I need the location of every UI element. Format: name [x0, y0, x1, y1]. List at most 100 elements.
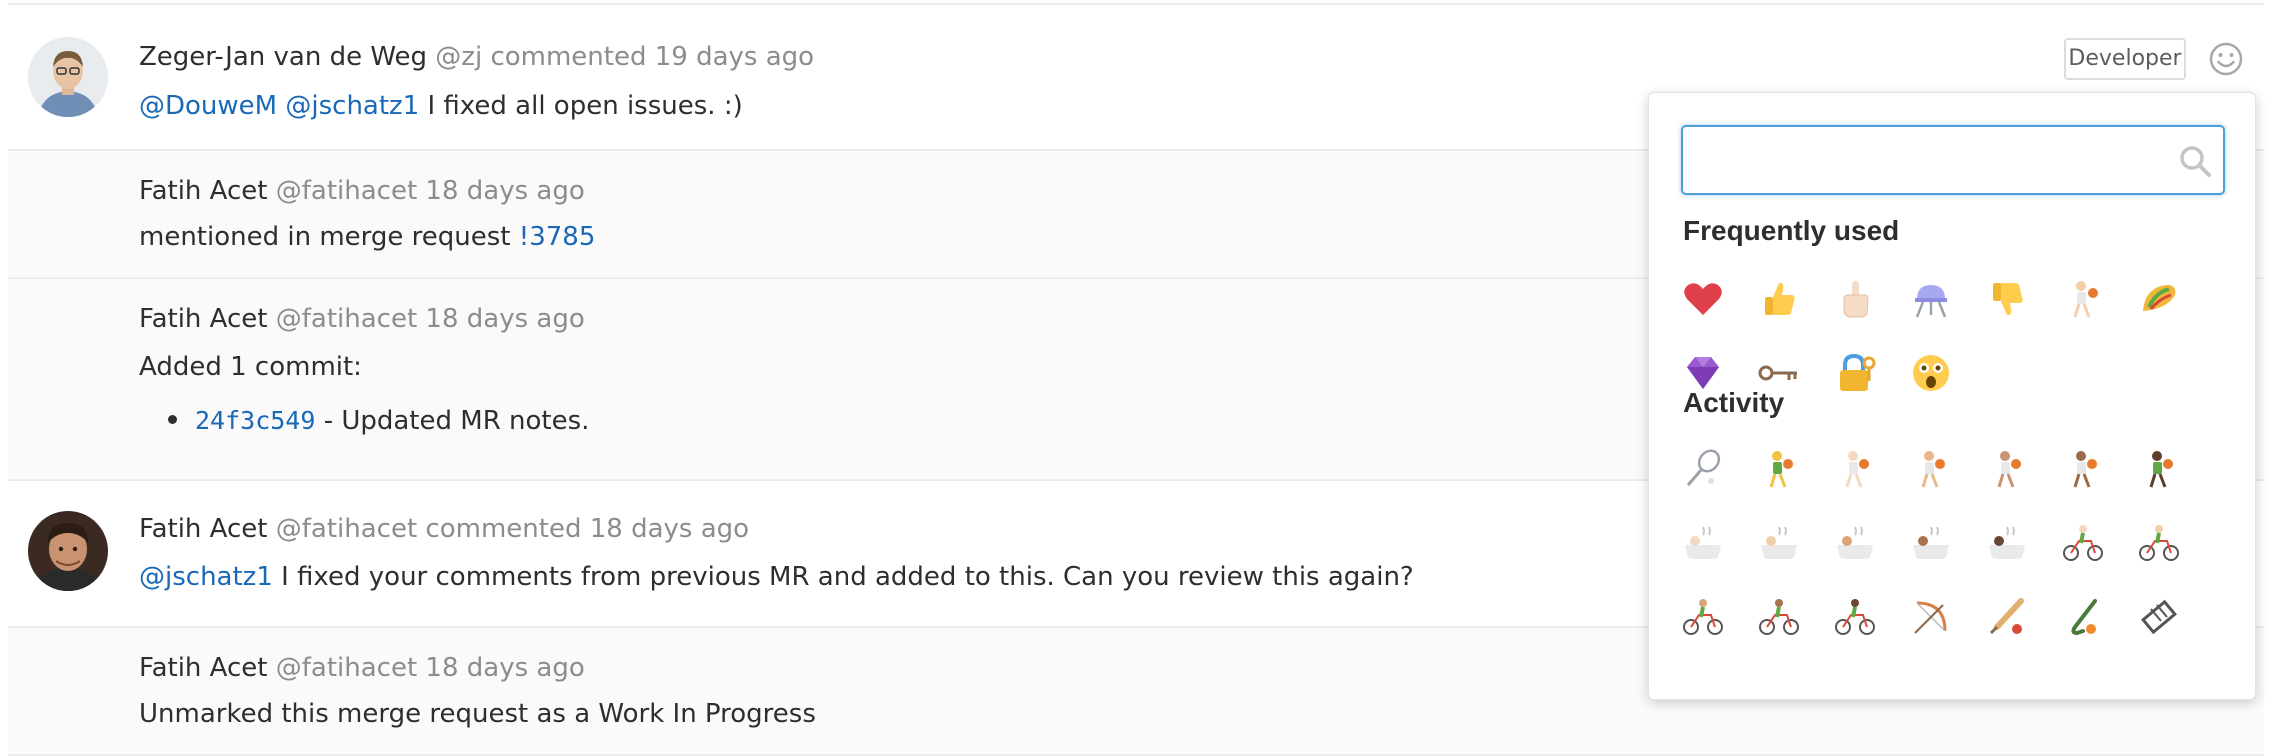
heart-icon	[1684, 283, 1722, 315]
emoji-badminton[interactable]	[1669, 435, 1737, 503]
note-body: Unmarked this merge request as a Work In…	[139, 699, 816, 729]
avatar[interactable]	[28, 511, 108, 591]
emoji-menu: Frequently used Activity	[1648, 92, 2256, 700]
bicyclist-icon	[1835, 599, 1875, 635]
note-header: Fatih Acet @fatihacet 18 days ago	[139, 174, 585, 208]
commit-message: - Updated MR notes.	[323, 406, 590, 436]
emoji-bicyclist-tone1[interactable]	[2049, 509, 2117, 577]
badminton-icon	[1686, 449, 1721, 486]
emoji-field-hockey[interactable]	[2049, 583, 2117, 651]
basketball-player-icon	[2149, 451, 2173, 488]
basketball-player-icon	[1997, 451, 2021, 488]
note-header: Zeger-Jan van de Weg @zj commented 19 da…	[139, 40, 814, 74]
avatar-image	[28, 37, 108, 117]
taco-icon	[2143, 285, 2176, 311]
user-mention[interactable]: @jschatz1	[285, 91, 419, 121]
emoji-search-input[interactable]	[1683, 127, 2163, 193]
note-timestamp[interactable]: 18 days ago	[425, 653, 584, 683]
bicyclist-icon	[1683, 599, 1723, 635]
emoji-bow-and-arrow[interactable]	[1897, 583, 1965, 651]
emoji-basketball-player-tone2[interactable]	[1821, 435, 1889, 503]
emoji-bath-tone5[interactable]	[1973, 509, 2041, 577]
note-header: Fatih Acet @fatihacet commented 18 days …	[139, 512, 749, 546]
emoji-bbq-grill[interactable]	[1897, 265, 1965, 333]
smiley-icon	[2209, 42, 2243, 76]
author-handle[interactable]: @zj	[435, 42, 482, 72]
avatar-image	[28, 511, 108, 591]
note-timestamp[interactable]: 18 days ago	[590, 514, 749, 544]
author-name[interactable]: Zeger-Jan van de Weg	[139, 42, 427, 72]
emoji-thumbsdown[interactable]	[1973, 265, 2041, 333]
author-handle[interactable]: @fatihacet	[276, 304, 417, 334]
note-header: Fatih Acet @fatihacet 18 days ago	[139, 302, 585, 336]
search-icon	[2180, 146, 2211, 177]
emoji-bath-tone1[interactable]	[1669, 509, 1737, 577]
emoji-closed-lock-with-key[interactable]	[1821, 339, 1889, 407]
note-timestamp[interactable]: 18 days ago	[425, 304, 584, 334]
emoji-taco[interactable]	[2125, 265, 2193, 333]
emoji-search-box[interactable]	[1681, 125, 2225, 195]
author-name[interactable]: Fatih Acet	[139, 514, 267, 544]
bullet	[168, 415, 177, 424]
cricket-icon	[1989, 598, 2024, 635]
note-text: I fixed all open issues. :)	[427, 91, 743, 121]
basketball-player-icon	[1921, 451, 1945, 488]
discussion-timeline: Zeger-Jan van de Weg @zj commented 19 da…	[0, 0, 2272, 756]
author-handle[interactable]: @fatihacet	[276, 653, 417, 683]
bath-icon	[1761, 526, 1797, 559]
emoji-thumbsup[interactable]	[1745, 265, 1813, 333]
emoji-bicyclist-tone3[interactable]	[1669, 583, 1737, 651]
bath-icon	[1837, 526, 1873, 559]
emoji-bath-tone4[interactable]	[1897, 509, 1965, 577]
bow-and-arrow-icon	[1914, 601, 1947, 634]
emoji-cricket[interactable]	[1973, 583, 2041, 651]
emoji-bicyclist-tone2[interactable]	[2125, 509, 2193, 577]
grill-icon	[1915, 285, 1947, 318]
emoji-grid-frequent	[1669, 265, 2229, 405]
middle-finger-icon	[1843, 281, 1869, 318]
thumbs-down-icon	[1993, 283, 2023, 316]
emoji-bath-tone3[interactable]	[1821, 509, 1889, 577]
avatar[interactable]	[28, 37, 108, 117]
emoji-bicyclist-tone5[interactable]	[1821, 583, 1889, 651]
author-name[interactable]: Fatih Acet	[139, 176, 267, 206]
bath-icon	[1685, 526, 1721, 559]
note-body: mentioned in merge request !3785	[139, 220, 595, 254]
author-handle[interactable]: @fatihacet	[276, 176, 417, 206]
emoji-heart[interactable]	[1669, 265, 1737, 333]
author-handle[interactable]: @fatihacet	[276, 514, 417, 544]
author-name[interactable]: Fatih Acet	[139, 304, 267, 334]
bicyclist-icon	[2063, 525, 2103, 561]
emoji-basketball-player[interactable]	[2049, 265, 2117, 333]
emoji-basketball-player-tone3[interactable]	[1897, 435, 1965, 503]
author-name[interactable]: Fatih Acet	[139, 653, 267, 683]
emoji-middle-finger[interactable]	[1821, 265, 1889, 333]
note-timestamp[interactable]: 18 days ago	[425, 176, 584, 206]
note-body: @jschatz1 I fixed your comments from pre…	[139, 560, 1414, 594]
emoji-basketball-player-tone1[interactable]	[1745, 435, 1813, 503]
basketball-player-icon	[2073, 451, 2097, 488]
commit-sha-link[interactable]: 24f3c549	[195, 406, 315, 435]
bicyclist-icon	[1759, 599, 1799, 635]
note-text: I fixed your comments from previous MR a…	[281, 562, 1414, 592]
basketball-player-icon	[1769, 451, 1793, 488]
add-reaction-button[interactable]	[2207, 40, 2245, 78]
note-body: Added 1 commit:	[139, 352, 362, 382]
user-mention[interactable]: @DouweM	[139, 91, 277, 121]
emoji-astonished[interactable]	[1897, 339, 1965, 407]
emoji-film-frames[interactable]	[2125, 583, 2193, 651]
emoji-basketball-player-tone5[interactable]	[2049, 435, 2117, 503]
merge-request-link[interactable]: !3785	[519, 222, 596, 252]
note-action: commented	[490, 42, 647, 72]
emoji-bicyclist-tone4[interactable]	[1745, 583, 1813, 651]
emoji-basketball-player-tone4[interactable]	[1973, 435, 2041, 503]
note-text: mentioned in merge request	[139, 222, 511, 252]
note-action: commented	[425, 514, 582, 544]
lock-icon	[1840, 353, 1876, 391]
user-mention[interactable]: @jschatz1	[139, 562, 273, 592]
note-timestamp[interactable]: 19 days ago	[655, 42, 814, 72]
bath-icon	[1913, 526, 1949, 559]
emoji-basketball-player-tone6[interactable]	[2125, 435, 2193, 503]
emoji-bath-tone2[interactable]	[1745, 509, 1813, 577]
basketball-player-icon	[1845, 451, 1869, 488]
